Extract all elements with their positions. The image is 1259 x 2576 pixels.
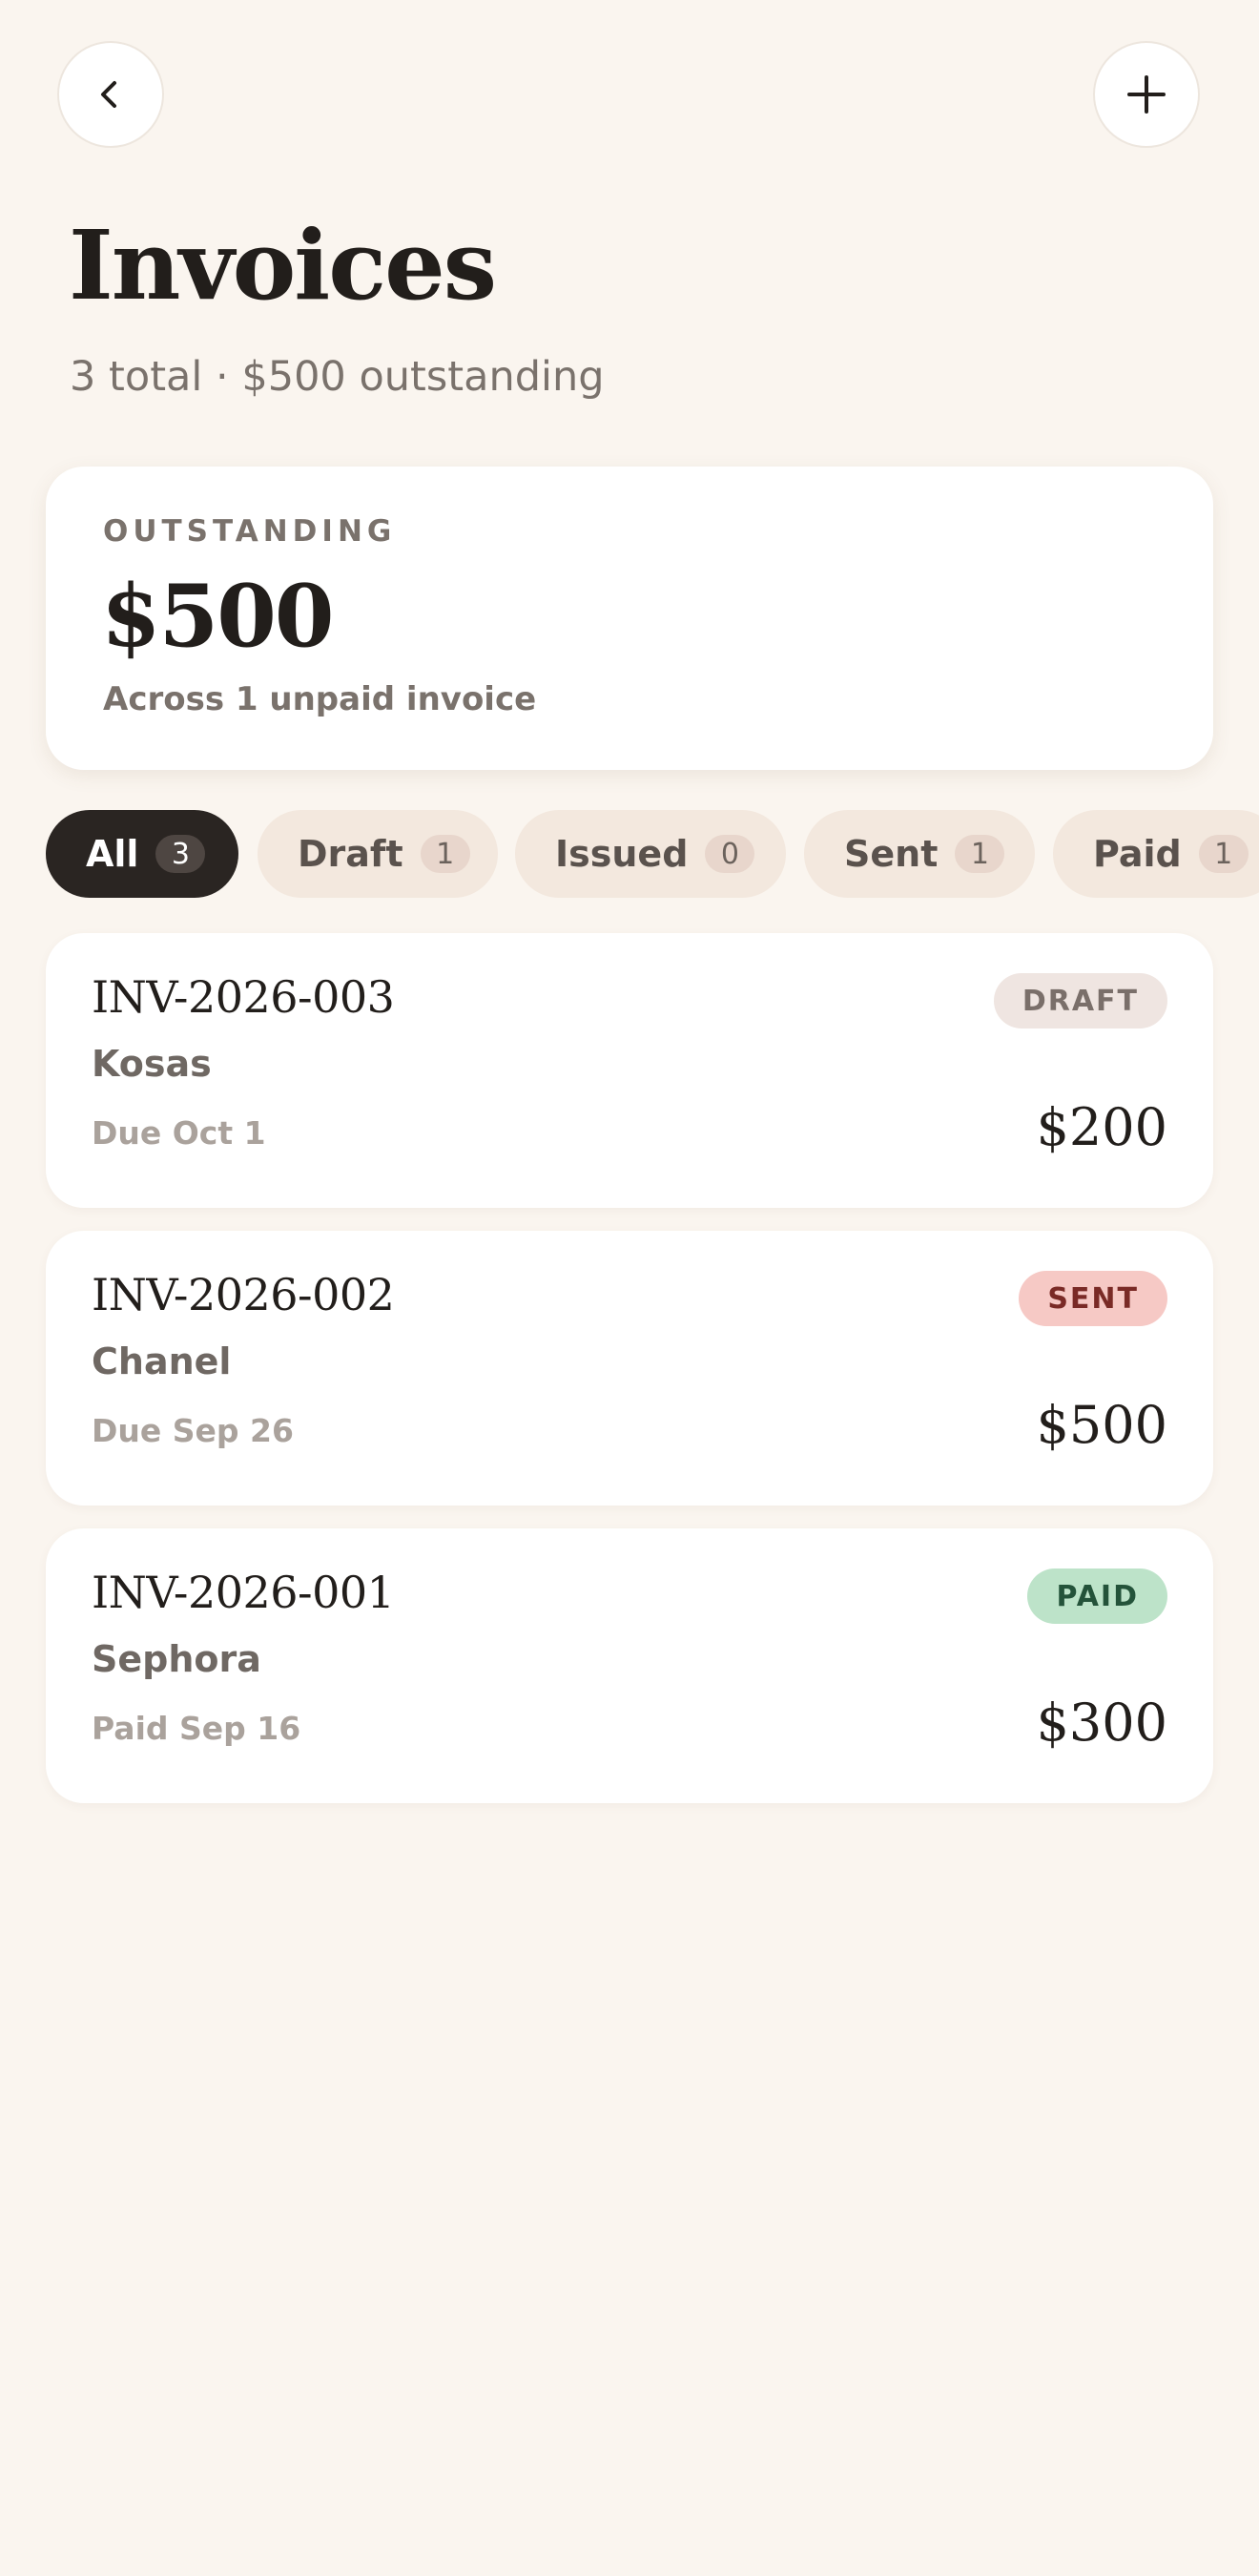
invoice-number: INV-2026-001: [92, 1567, 395, 1618]
summary-note: Across 1 unpaid invoice: [103, 680, 537, 718]
chevron-left-icon: [101, 81, 116, 108]
invoice-due-date: Paid Sep 16: [92, 1710, 301, 1747]
filter-chip-all[interactable]: All 3: [46, 810, 238, 898]
status-badge: PAID: [1027, 1568, 1167, 1624]
back-button[interactable]: [57, 41, 164, 148]
filter-chip-count: 1: [1198, 835, 1249, 873]
invoice-client: Chanel: [92, 1340, 232, 1382]
filter-chip-count: 0: [705, 835, 755, 873]
filter-chip-count: 1: [420, 835, 470, 873]
filter-chip-count: 3: [155, 835, 206, 873]
invoice-client: Kosas: [92, 1043, 212, 1085]
filter-chip-label: All: [86, 833, 139, 875]
filter-chip-issued[interactable]: Issued 0: [515, 810, 786, 898]
add-invoice-button[interactable]: [1093, 41, 1200, 148]
filter-chip-count: 1: [955, 835, 1005, 873]
filter-chip-label: Sent: [844, 833, 939, 875]
status-badge: DRAFT: [993, 973, 1167, 1028]
invoice-number: INV-2026-002: [92, 1269, 395, 1320]
invoice-card[interactable]: INV-2026-002 SENT Chanel Due Sep 26 $500: [46, 1231, 1213, 1506]
summary-label: OUTSTANDING: [103, 514, 397, 549]
plus-icon: [1127, 75, 1166, 114]
invoice-amount: $200: [1036, 1097, 1167, 1157]
filter-chip-draft[interactable]: Draft 1: [258, 810, 498, 898]
page-subtitle: 3 total · $500 outstanding: [70, 353, 605, 401]
invoice-amount: $500: [1036, 1395, 1167, 1455]
invoice-card[interactable]: INV-2026-003 DRAFT Kosas Due Oct 1 $200: [46, 933, 1213, 1208]
status-badge: SENT: [1019, 1271, 1167, 1326]
invoice-number: INV-2026-003: [92, 971, 395, 1023]
page-title: Invoices: [69, 209, 497, 322]
filter-chip-row: All 3 Draft 1 Issued 0 Sent 1 Paid 1: [46, 810, 1259, 898]
summary-amount: $500: [101, 566, 334, 667]
filter-chip-paid[interactable]: Paid 1: [1053, 810, 1259, 898]
filter-chip-label: Paid: [1093, 833, 1182, 875]
invoice-amount: $300: [1036, 1693, 1167, 1753]
filter-chip-label: Draft: [298, 833, 403, 875]
invoice-due-date: Due Oct 1: [92, 1114, 266, 1152]
invoice-due-date: Due Sep 26: [92, 1412, 294, 1449]
invoices-screen: Invoices 3 total · $500 outstanding OUTS…: [0, 0, 1259, 2576]
filter-chip-label: Issued: [555, 833, 689, 875]
outstanding-summary-card: OUTSTANDING $500 Across 1 unpaid invoice: [46, 467, 1213, 770]
invoice-card[interactable]: INV-2026-001 PAID Sephora Paid Sep 16 $3…: [46, 1528, 1213, 1803]
filter-chip-sent[interactable]: Sent 1: [804, 810, 1035, 898]
invoice-client: Sephora: [92, 1638, 261, 1680]
